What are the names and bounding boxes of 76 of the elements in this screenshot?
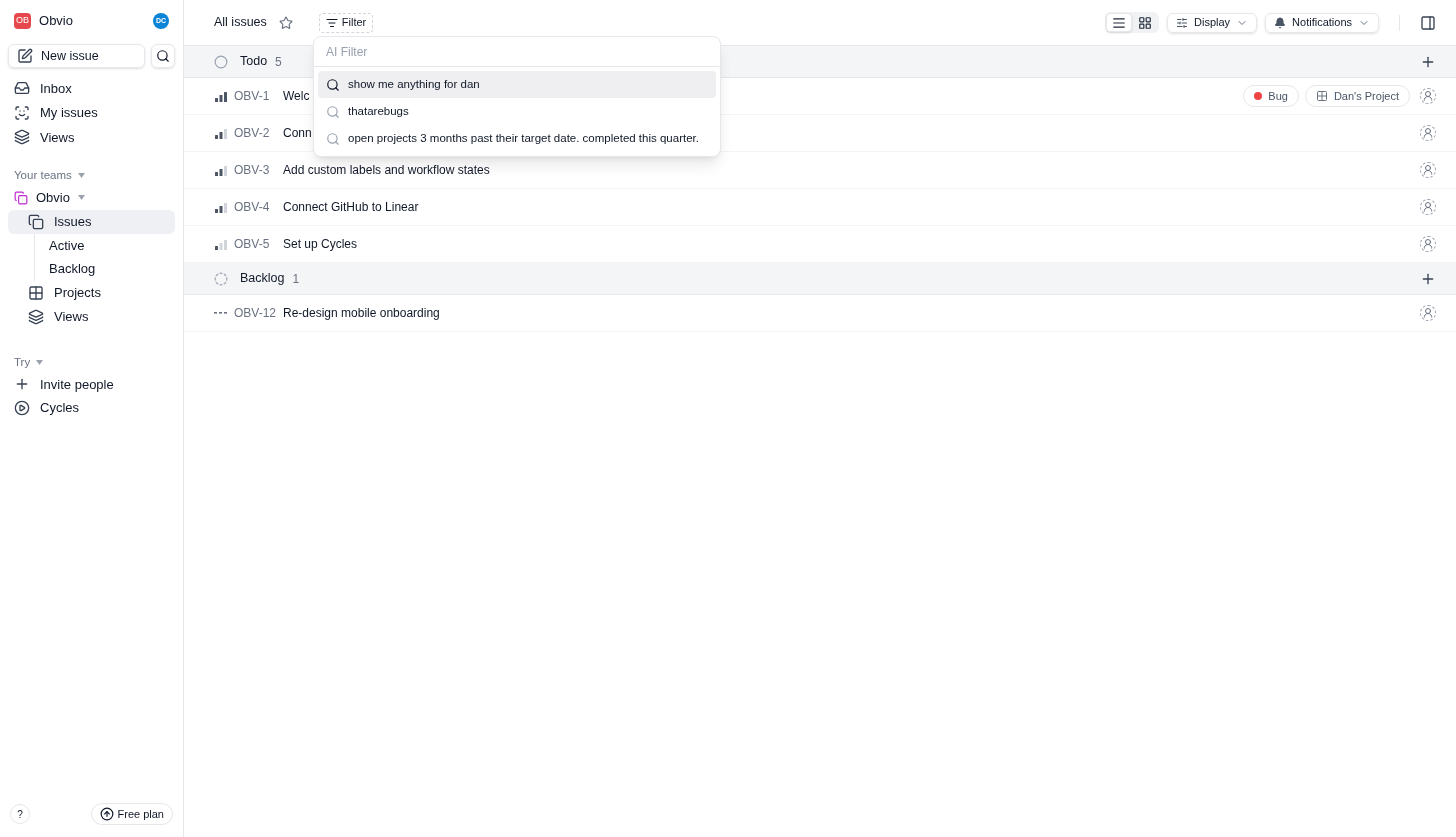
layers-icon [14, 129, 30, 146]
issue-id: OBV-2 [234, 125, 271, 142]
group-count: 5 [275, 53, 282, 71]
priority-icon [214, 238, 228, 250]
filter-suggestion[interactable]: show me anything for dan [318, 71, 716, 98]
search-icon [326, 104, 340, 119]
sub-nav-item[interactable]: Active [35, 233, 175, 257]
caret-icon [36, 360, 44, 365]
filter-input[interactable]: AI Filter [314, 37, 720, 67]
list-icon [1112, 15, 1126, 30]
sub-nav-item[interactable]: Backlog [35, 257, 175, 281]
filter-icon [325, 16, 338, 29]
display-button[interactable]: Display [1167, 12, 1258, 33]
section-heading[interactable]: Your teams [14, 166, 72, 185]
caret-icon [77, 173, 85, 178]
issue-row[interactable]: OBV-4 Connect GitHub to Linear [184, 189, 1456, 226]
grid-icon [28, 284, 44, 301]
team-nav-item[interactable]: Issues [8, 209, 175, 234]
nav-item[interactable]: Views [40, 127, 75, 147]
project-icon [1315, 90, 1328, 102]
search-icon [326, 77, 340, 92]
no-priority-icon [214, 311, 227, 315]
issue-title: Re-design mobile onboarding [283, 305, 440, 322]
issue-id: OBV-12 [234, 305, 278, 322]
issue-id: OBV-1 [234, 88, 271, 105]
group-count: 1 [292, 270, 300, 288]
group-name: Todo [240, 53, 268, 71]
workspace-name[interactable]: Obvio [39, 11, 73, 31]
issue-row[interactable]: OBV-12 Re-design mobile onboarding [184, 295, 1456, 332]
priority-icon [214, 90, 228, 102]
my-issues-icon [14, 104, 30, 121]
upgrade-icon [99, 807, 114, 821]
notifications-button[interactable]: Notifications [1265, 12, 1379, 33]
layers-icon [28, 308, 44, 325]
filter-button[interactable]: Filter [318, 12, 374, 33]
favorite-icon[interactable] [278, 15, 293, 30]
grid-icon [1138, 15, 1152, 30]
section-heading[interactable]: Try [14, 353, 31, 372]
nav-item[interactable]: Invite people [40, 374, 114, 394]
team-nav-item[interactable]: Views [8, 304, 175, 329]
compose-icon [17, 48, 33, 64]
view-mode-toggle[interactable] [1106, 13, 1132, 32]
priority-icon [214, 164, 228, 176]
todo-status-icon [214, 54, 228, 69]
new-issue-button[interactable]: New issue [8, 44, 145, 68]
issues-icon [28, 213, 44, 230]
search-icon [156, 49, 170, 63]
workspace-badge: OB [14, 13, 31, 29]
nav-item[interactable]: My issues [40, 103, 98, 123]
issue-id: OBV-4 [234, 199, 271, 216]
nav-item[interactable]: Cycles [40, 398, 79, 418]
team-icon [14, 190, 28, 205]
inbox-icon [14, 80, 30, 97]
issue-title: Add custom labels and workflow states [283, 162, 490, 179]
search-icon [326, 131, 340, 146]
issue-title: Welc [283, 88, 310, 105]
sliders-icon [1176, 16, 1188, 29]
priority-icon [214, 201, 228, 213]
bell-icon [1274, 16, 1287, 29]
caret-icon [77, 195, 85, 200]
priority-icon [214, 127, 228, 139]
page-title: All issues [214, 14, 267, 32]
backlog-status-icon [214, 271, 228, 286]
issue-title: Connect GitHub to Linear [283, 199, 419, 216]
side-panel-icon[interactable] [1420, 14, 1436, 31]
issue-id: OBV-5 [234, 236, 271, 253]
cycle-icon [14, 399, 30, 416]
issue-title: Set up Cycles [283, 236, 358, 253]
filter-suggestion[interactable]: open projects 3 months past their target date. completed this quarter. [318, 125, 716, 152]
nav-item[interactable]: Inbox [40, 78, 72, 98]
group-name: Backlog [240, 270, 285, 288]
team-name[interactable]: Obvio [36, 187, 70, 208]
issue-id: OBV-3 [234, 162, 271, 179]
issue-title: Conn [283, 125, 312, 142]
search-button[interactable] [151, 44, 175, 68]
team-nav-item[interactable]: Projects [8, 280, 175, 305]
